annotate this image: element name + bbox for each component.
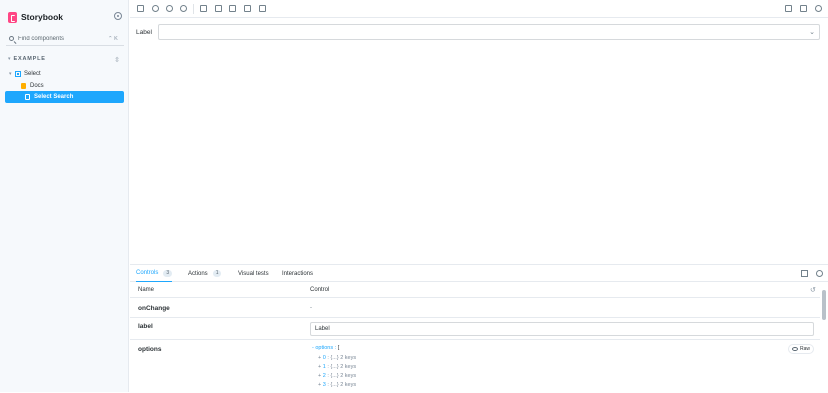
tab-label: Visual tests — [238, 270, 269, 277]
tree-item-select-search[interactable]: Select Search — [5, 91, 124, 103]
tab-label: Actions — [188, 270, 208, 277]
label-text-input[interactable]: Label — [310, 322, 814, 336]
sidebar: Storybook ⌃ K ▾ EXAMPLE ⇳ ▾ Select Docs … — [0, 0, 129, 392]
object-entry[interactable]: + 1 : {...} 2 keys — [318, 364, 356, 370]
background-icon[interactable] — [200, 5, 207, 12]
component-icon — [15, 70, 21, 77]
table-row: onChange - — [130, 299, 820, 318]
story-icon — [25, 94, 30, 100]
document-icon — [21, 82, 26, 89]
tree-item-label: Select Search — [34, 94, 74, 100]
open-new-tab-icon[interactable] — [800, 5, 807, 12]
tab-visual-tests[interactable]: Visual tests — [238, 265, 269, 282]
object-key: options — [315, 345, 334, 351]
panel-position-icon[interactable] — [801, 270, 808, 277]
search-icon — [9, 36, 14, 41]
field-label: Label — [136, 29, 152, 36]
chevron-down-icon: ⌄ — [809, 29, 815, 36]
prop-name: options — [138, 346, 162, 353]
table-row: label Label — [130, 318, 820, 340]
table-row: options - options : [ + 0 : {...} 2 keys… — [130, 340, 820, 393]
section-label: EXAMPLE — [13, 56, 46, 62]
control-value: - — [310, 305, 312, 311]
tab-actions[interactable]: Actions 1 — [188, 265, 222, 282]
controls-table-header: Name Control ↺ — [130, 283, 820, 298]
eye-icon — [791, 347, 798, 351]
zoom-reset-icon[interactable] — [180, 5, 187, 12]
measure-icon[interactable] — [244, 5, 251, 12]
tab-badge: 3 — [163, 269, 173, 277]
addon-panel: Controls 3 Actions 1 Visual tests Intera… — [130, 264, 828, 392]
tab-controls[interactable]: Controls 3 — [136, 265, 173, 282]
close-panel-icon[interactable] — [816, 270, 823, 277]
panel-tabs: Controls 3 Actions 1 Visual tests Intera… — [130, 265, 828, 282]
tree-item-docs[interactable]: Docs — [5, 80, 124, 91]
raw-label: Raw — [799, 346, 810, 352]
object-open: [ — [337, 345, 340, 351]
brand[interactable]: Storybook — [8, 10, 63, 24]
toolbar — [130, 0, 828, 18]
column-name: Name — [138, 287, 155, 293]
column-control: Control — [310, 287, 330, 293]
prop-name: label — [138, 323, 153, 330]
prop-name: onChange — [138, 305, 170, 312]
object-entry[interactable]: + 0 : {...} 2 keys — [318, 355, 356, 361]
raw-toggle-button[interactable]: Raw — [788, 344, 814, 354]
object-root[interactable]: - options : [ — [312, 345, 339, 351]
search-input[interactable] — [18, 35, 102, 42]
fullscreen-icon[interactable] — [785, 5, 792, 12]
search-bar[interactable]: ⌃ K — [6, 32, 124, 46]
reload-icon[interactable] — [137, 5, 144, 12]
tab-label: Interactions — [282, 270, 314, 277]
settings-icon[interactable] — [114, 12, 122, 20]
toolbar-divider — [193, 4, 194, 14]
outline-icon[interactable] — [259, 5, 266, 12]
object-entry[interactable]: + 2 : {...} 2 keys — [318, 373, 356, 379]
object-entry[interactable]: + 3 : {...} 2 keys — [318, 382, 356, 388]
tab-interactions[interactable]: Interactions — [282, 265, 313, 282]
tree-item-label: Select — [24, 70, 41, 77]
tree-item-label: Docs — [30, 82, 44, 89]
zoom-in-icon[interactable] — [152, 5, 159, 12]
tab-badge: 1 — [212, 270, 222, 277]
chevron-down-icon: ▾ — [8, 56, 11, 62]
select-dropdown[interactable]: ⌄ — [158, 24, 820, 40]
viewport-icon[interactable] — [229, 5, 236, 12]
copy-link-icon[interactable] — [815, 5, 822, 12]
search-shortcut: ⌃ K — [108, 35, 118, 42]
reset-icon[interactable]: ↺ — [810, 286, 816, 294]
brand-name: Storybook — [21, 12, 64, 22]
storybook-logo-icon — [8, 11, 17, 23]
tree-item-select[interactable]: ▾ Select — [5, 68, 124, 79]
zoom-out-icon[interactable] — [166, 5, 173, 12]
tab-label: Controls — [136, 270, 159, 276]
panel-scrollbar[interactable] — [822, 290, 826, 320]
sidebar-section-example[interactable]: ▾ EXAMPLE ⇳ — [8, 56, 124, 64]
collapse-all-icon[interactable]: ⇳ — [114, 56, 120, 64]
grid-icon[interactable] — [215, 5, 222, 12]
preview-canvas: Label ⌄ — [130, 19, 828, 264]
